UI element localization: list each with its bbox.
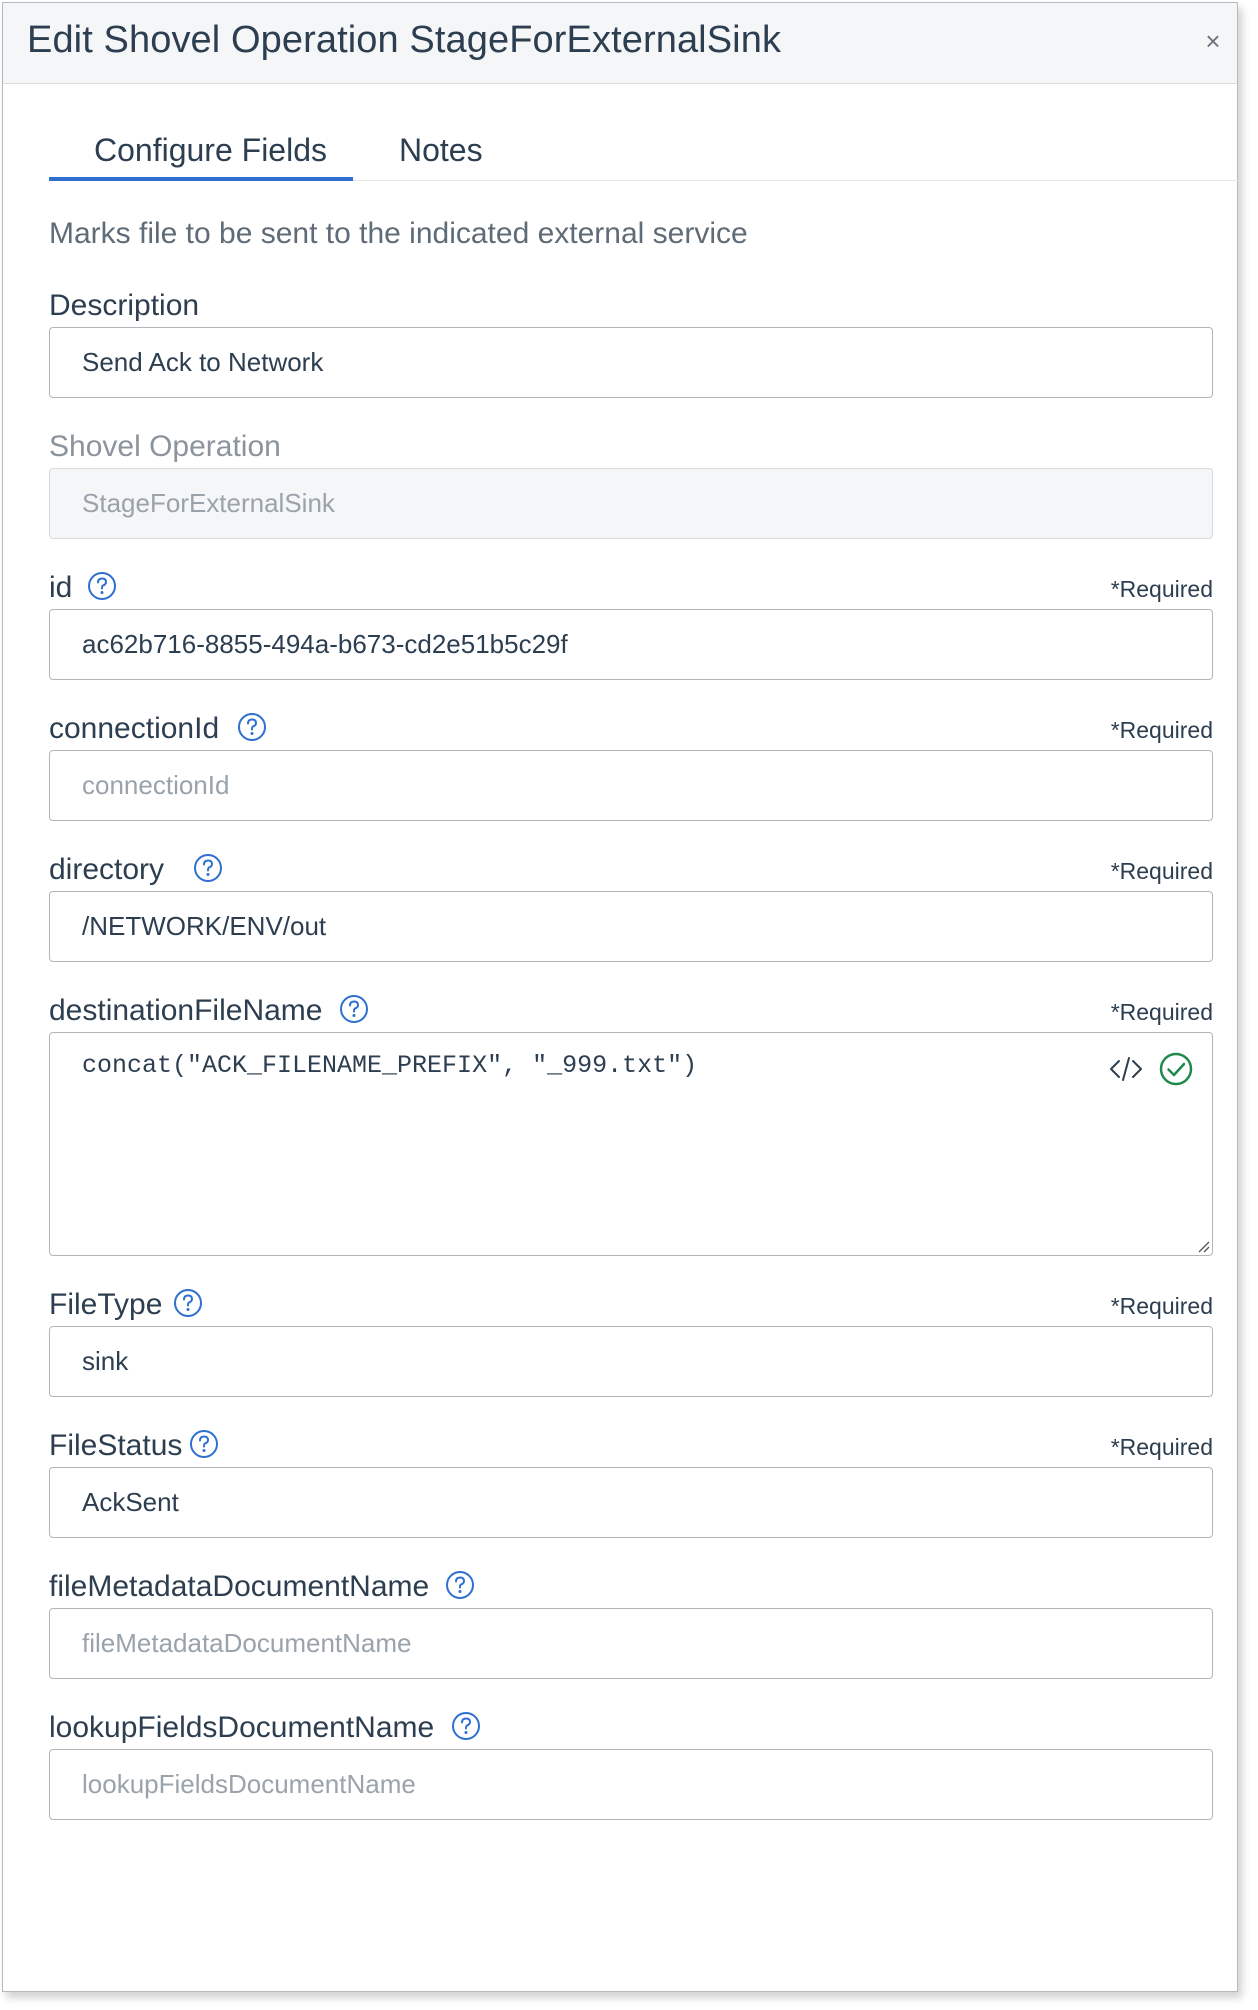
shovel-operation-field: Shovel Operation: [49, 420, 1213, 539]
destination-filename-label: destinationFileName: [49, 994, 323, 1027]
filetype-input[interactable]: [49, 1326, 1213, 1397]
file-metadata-document-name-field: fileMetadataDocumentName: [49, 1560, 1213, 1679]
destination-filename-field: destinationFileName *Required concat("AC…: [49, 984, 1213, 1256]
id-label: id: [49, 571, 73, 604]
required-indicator: *Required: [1110, 999, 1213, 1025]
lookup-fields-document-name-label: lookupFieldsDocumentName: [49, 1711, 435, 1744]
filestatus-input[interactable]: [49, 1467, 1213, 1538]
id-field: id *Required: [49, 561, 1213, 680]
filetype-field: FileType *Required: [49, 1278, 1213, 1397]
expression-text[interactable]: concat("ACK_FILENAME_PREFIX", "_999.txt"…: [82, 1051, 697, 1080]
shovel-operation-label: Shovel Operation: [49, 430, 281, 463]
destination-filename-textarea[interactable]: concat("ACK_FILENAME_PREFIX", "_999.txt"…: [49, 1032, 1213, 1256]
edit-shovel-operation-modal: Edit Shovel Operation StageForExternalSi…: [2, 2, 1239, 1992]
field-label-row: lookupFieldsDocumentName: [49, 1701, 1213, 1749]
connectionid-label: connectionId: [49, 712, 220, 745]
active-tab-indicator: [49, 177, 353, 181]
field-label-row: connectionId *Required: [49, 702, 1213, 750]
question-circle-icon[interactable]: [173, 1288, 203, 1318]
question-circle-icon[interactable]: [87, 571, 117, 601]
check-circle-icon: [1159, 1052, 1193, 1086]
file-metadata-document-name-input[interactable]: [49, 1608, 1213, 1679]
connectionid-input[interactable]: [49, 750, 1213, 821]
field-label-row: FileStatus *Required: [49, 1419, 1213, 1467]
modal-title: Edit Shovel Operation StageForExternalSi…: [27, 19, 782, 61]
question-circle-icon[interactable]: [237, 712, 267, 742]
directory-label: directory: [49, 853, 165, 886]
tab-notes[interactable]: Notes: [399, 132, 483, 169]
field-label-row: fileMetadataDocumentName: [49, 1560, 1213, 1608]
required-indicator: *Required: [1110, 717, 1213, 743]
modal-header: Edit Shovel Operation StageForExternalSi…: [3, 3, 1237, 84]
shovel-operation-input: [49, 468, 1213, 539]
question-circle-icon[interactable]: [189, 1429, 219, 1459]
id-input[interactable]: [49, 609, 1213, 680]
file-metadata-document-name-label: fileMetadataDocumentName: [49, 1570, 430, 1603]
field-label-row: FileType *Required: [49, 1278, 1213, 1326]
directory-input[interactable]: [49, 891, 1213, 962]
field-label-row: directory *Required: [49, 843, 1213, 891]
filestatus-field: FileStatus *Required: [49, 1419, 1213, 1538]
connectionid-field: connectionId *Required: [49, 702, 1213, 821]
question-circle-icon[interactable]: [339, 994, 369, 1024]
description-field: Description: [49, 279, 1213, 398]
operation-description-text: Marks file to be sent to the indicated e…: [49, 217, 748, 250]
filestatus-label: FileStatus: [49, 1429, 183, 1462]
required-indicator: *Required: [1110, 858, 1213, 884]
field-label-row: id *Required: [49, 561, 1213, 609]
required-indicator: *Required: [1110, 1434, 1213, 1460]
directory-field: directory *Required: [49, 843, 1213, 962]
required-indicator: *Required: [1110, 576, 1213, 602]
filetype-label: FileType: [49, 1288, 163, 1321]
question-circle-icon[interactable]: [193, 853, 223, 883]
description-label: Description: [49, 289, 200, 322]
resize-handle-icon[interactable]: [1194, 1237, 1210, 1253]
field-label-row: Shovel Operation: [49, 420, 1213, 468]
code-icon[interactable]: [1108, 1051, 1144, 1087]
tab-configure-fields[interactable]: Configure Fields: [94, 132, 327, 169]
lookup-fields-document-name-field: lookupFieldsDocumentName: [49, 1701, 1213, 1820]
field-label-row: Description: [49, 279, 1213, 327]
field-label-row: destinationFileName *Required: [49, 984, 1213, 1032]
lookup-fields-document-name-input[interactable]: [49, 1749, 1213, 1820]
required-indicator: *Required: [1110, 1293, 1213, 1319]
tab-bar: Configure Fields Notes: [49, 84, 1239, 181]
modal-body: Configure Fields Notes Marks file to be …: [3, 84, 1239, 1820]
close-icon[interactable]: ×: [1199, 27, 1227, 55]
question-circle-icon[interactable]: [451, 1711, 481, 1741]
question-circle-icon[interactable]: [445, 1570, 475, 1600]
description-input[interactable]: [49, 327, 1213, 398]
